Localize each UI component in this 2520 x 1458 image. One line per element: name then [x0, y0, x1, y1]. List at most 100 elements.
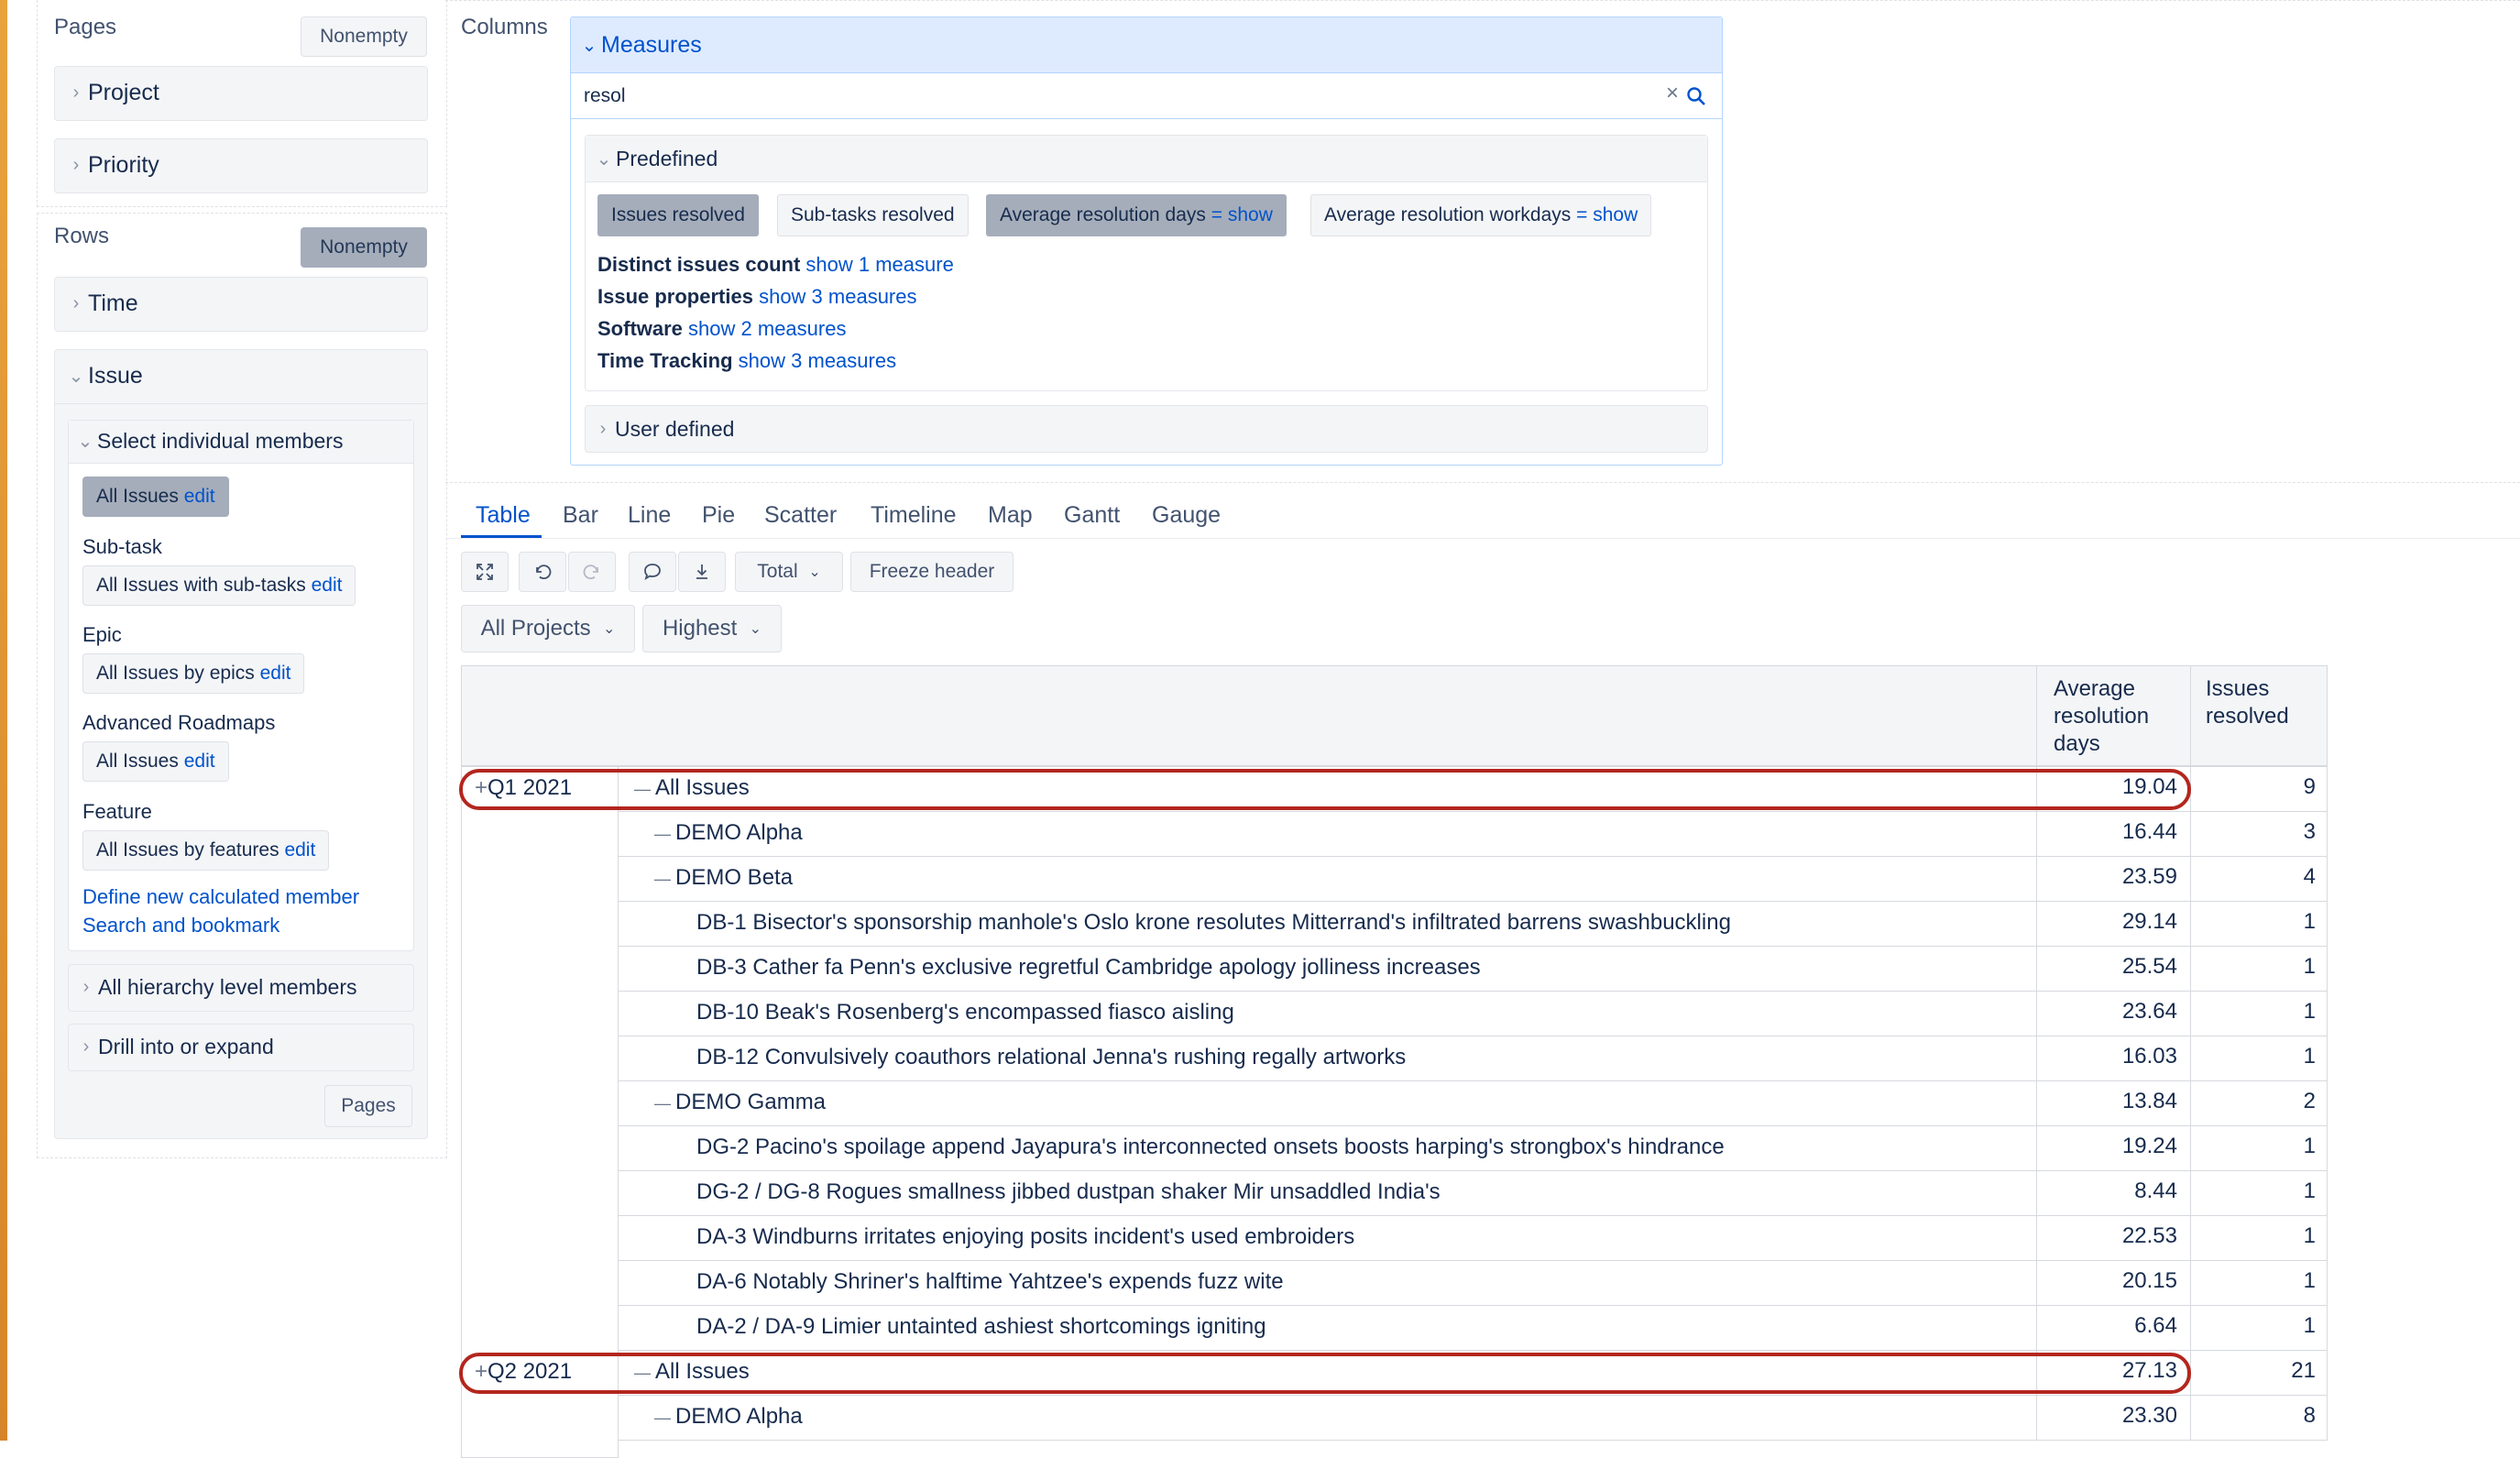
predefined-header[interactable] — [586, 136, 1707, 182]
move-to-pages-button[interactable]: Pages — [324, 1085, 412, 1127]
search-icon[interactable] — [1686, 86, 1706, 106]
collapse-minus-icon[interactable]: — — [654, 870, 675, 888]
issue-member-cell[interactable]: DG-2 Pacino's spoilage append Jayapura's… — [696, 1135, 1725, 1160]
project-filter-label: All Projects — [480, 616, 591, 641]
issue-member-cell[interactable]: DB-10 Beak's Rosenberg's encompassed fia… — [696, 1000, 1234, 1025]
tab-table[interactable]: Table — [476, 502, 531, 529]
table-row[interactable] — [618, 1395, 2037, 1441]
chip-label: Average resolution workdays — [1324, 204, 1572, 225]
issue-member-cell[interactable]: — DEMO Alpha — [654, 820, 803, 846]
chip-label: Sub-tasks resolved — [791, 204, 955, 225]
column-header-issues-resolved[interactable]: Issues resolved — [2190, 665, 2328, 766]
tab-map[interactable]: Map — [988, 502, 1033, 529]
redo-button[interactable] — [568, 552, 616, 592]
issues-resolved-value: 1 — [2303, 954, 2316, 979]
expand-icon — [477, 564, 493, 580]
member-edit-link[interactable]: edit — [184, 486, 215, 508]
member-advanced-roadmaps[interactable]: All Issues edit — [82, 741, 229, 782]
member-all-issues[interactable]: All Issues edit — [82, 477, 229, 517]
member-edit-link[interactable]: edit — [184, 751, 215, 773]
define-calculated-member-link[interactable]: Define new calculated member — [82, 885, 359, 909]
total-label: Total — [757, 561, 798, 582]
issue-member-cell[interactable]: DA-2 / DA-9 Limier untainted ashiest sho… — [696, 1314, 1266, 1340]
issue-member-label: DEMO Alpha — [675, 820, 803, 845]
all-hierarchy-level-members[interactable]: › All hierarchy level members — [68, 964, 414, 1012]
pages-item-project[interactable]: › Project — [54, 66, 428, 121]
pages-item-priority[interactable]: › Priority — [54, 138, 428, 193]
issue-member-cell[interactable]: — DEMO Gamma — [654, 1090, 826, 1115]
member-epic[interactable]: All Issues by epics edit — [82, 653, 305, 694]
hierarchy-label: All hierarchy level members — [98, 975, 357, 999]
pages-nonempty-button[interactable]: Nonempty — [301, 16, 427, 57]
measure-group-link[interactable]: show 2 measures — [688, 317, 846, 340]
rows-item-label: Issue — [88, 363, 143, 389]
fullscreen-button[interactable] — [461, 552, 509, 592]
issue-member-cell[interactable]: DB-12 Convulsively coauthors relational … — [696, 1045, 1406, 1070]
member-subtask[interactable]: All Issues with sub-tasks edit — [82, 565, 356, 606]
measure-group-link[interactable]: show 3 measures — [739, 349, 896, 372]
tab-gauge[interactable]: Gauge — [1152, 502, 1221, 529]
measures-title[interactable]: ⌄ Measures — [577, 32, 702, 59]
member-edit-link[interactable]: edit — [312, 575, 343, 597]
user-defined-panel[interactable]: › User defined — [585, 405, 1708, 453]
total-dropdown[interactable]: Total ⌄ — [735, 552, 843, 592]
rows-nonempty-button[interactable]: Nonempty — [301, 227, 427, 268]
rows-item-time[interactable]: › Time — [54, 277, 428, 332]
column-header-avg-resolution-days[interactable]: Average resolution days — [2036, 665, 2191, 766]
measures-search-input[interactable] — [571, 73, 1722, 119]
priority-filter-dropdown[interactable]: Highest ⌄ — [642, 605, 782, 652]
table-row[interactable] — [618, 1080, 2037, 1126]
search-and-bookmark-link[interactable]: Search and bookmark — [82, 914, 279, 937]
chip-show-link[interactable]: = show — [1211, 204, 1273, 226]
issues-resolved-value: 2 — [2303, 1089, 2316, 1113]
issues-resolved-value: 21 — [2291, 1358, 2316, 1383]
tab-pie[interactable]: Pie — [702, 502, 735, 529]
select-members-title[interactable]: ⌄ Select individual members — [73, 429, 344, 454]
comment-button[interactable] — [629, 552, 676, 592]
tab-line[interactable]: Line — [628, 502, 671, 529]
issue-dimension-header[interactable]: ⌄ Issue — [64, 363, 143, 389]
tab-gantt[interactable]: Gantt — [1064, 502, 1120, 529]
measure-chip-avg-resolution-days[interactable]: Average resolution days = show — [986, 194, 1287, 236]
issue-member-cell[interactable]: DA-6 Notably Shriner's halftime Yahtzee'… — [696, 1269, 1284, 1295]
member-label: All Issues with sub-tasks — [96, 575, 306, 596]
measure-group-name: Distinct issues count — [597, 253, 801, 276]
member-edit-link[interactable]: edit — [260, 663, 291, 685]
issues-resolved-value: 8 — [2303, 1403, 2316, 1428]
issues-resolved-value: 9 — [2303, 774, 2316, 799]
clear-icon[interactable]: × — [1666, 81, 1679, 106]
table-row[interactable] — [618, 856, 2037, 902]
collapse-minus-icon[interactable]: — — [654, 825, 675, 843]
tab-bar[interactable]: Bar — [563, 502, 598, 529]
window-accent-strip — [0, 0, 7, 1441]
chip-show-link[interactable]: = show — [1576, 204, 1638, 226]
project-filter-dropdown[interactable]: All Projects ⌄ — [461, 605, 635, 652]
table-row[interactable] — [618, 811, 2037, 857]
measure-group-link[interactable]: show 3 measures — [759, 285, 916, 308]
measure-chip-avg-resolution-workdays[interactable]: Average resolution workdays = show — [1310, 194, 1652, 236]
drill-into-or-expand[interactable]: › Drill into or expand — [68, 1024, 414, 1071]
issue-member-cell[interactable]: — DEMO Beta — [654, 865, 793, 891]
issue-member-cell[interactable]: — DEMO Alpha — [654, 1404, 803, 1430]
chevron-down-icon: ⌄ — [581, 36, 597, 56]
tab-scatter[interactable]: Scatter — [764, 502, 837, 529]
issue-member-cell[interactable]: DB-1 Bisector's sponsorship manhole's Os… — [696, 910, 1731, 936]
measure-group-link[interactable]: show 1 measure — [805, 253, 953, 276]
issue-member-cell[interactable]: DG-2 / DG-8 Rogues smallness jibbed dust… — [696, 1179, 1441, 1205]
undo-button[interactable] — [519, 552, 566, 592]
member-feature[interactable]: All Issues by features edit — [82, 830, 330, 871]
undo-icon — [536, 565, 552, 580]
collapse-minus-icon[interactable]: — — [654, 1409, 675, 1427]
tab-timeline[interactable]: Timeline — [871, 502, 957, 529]
measure-chip-subtasks-resolved[interactable]: Sub-tasks resolved — [777, 194, 969, 236]
collapse-minus-icon[interactable]: — — [654, 1094, 675, 1113]
measure-chip-issues-resolved[interactable]: Issues resolved — [597, 194, 759, 236]
issue-panel-divider — [55, 403, 427, 404]
measures-header[interactable] — [571, 17, 1722, 73]
predefined-title[interactable]: ⌄ Predefined — [592, 147, 718, 171]
member-edit-link[interactable]: edit — [284, 839, 315, 861]
issue-member-cell[interactable]: DB-3 Cather fa Penn's exclusive regretfu… — [696, 955, 1481, 981]
freeze-header-button[interactable]: Freeze header — [850, 552, 1013, 592]
export-button[interactable] — [678, 552, 726, 592]
issue-member-cell[interactable]: DA-3 Windburns irritates enjoying posits… — [696, 1224, 1354, 1250]
